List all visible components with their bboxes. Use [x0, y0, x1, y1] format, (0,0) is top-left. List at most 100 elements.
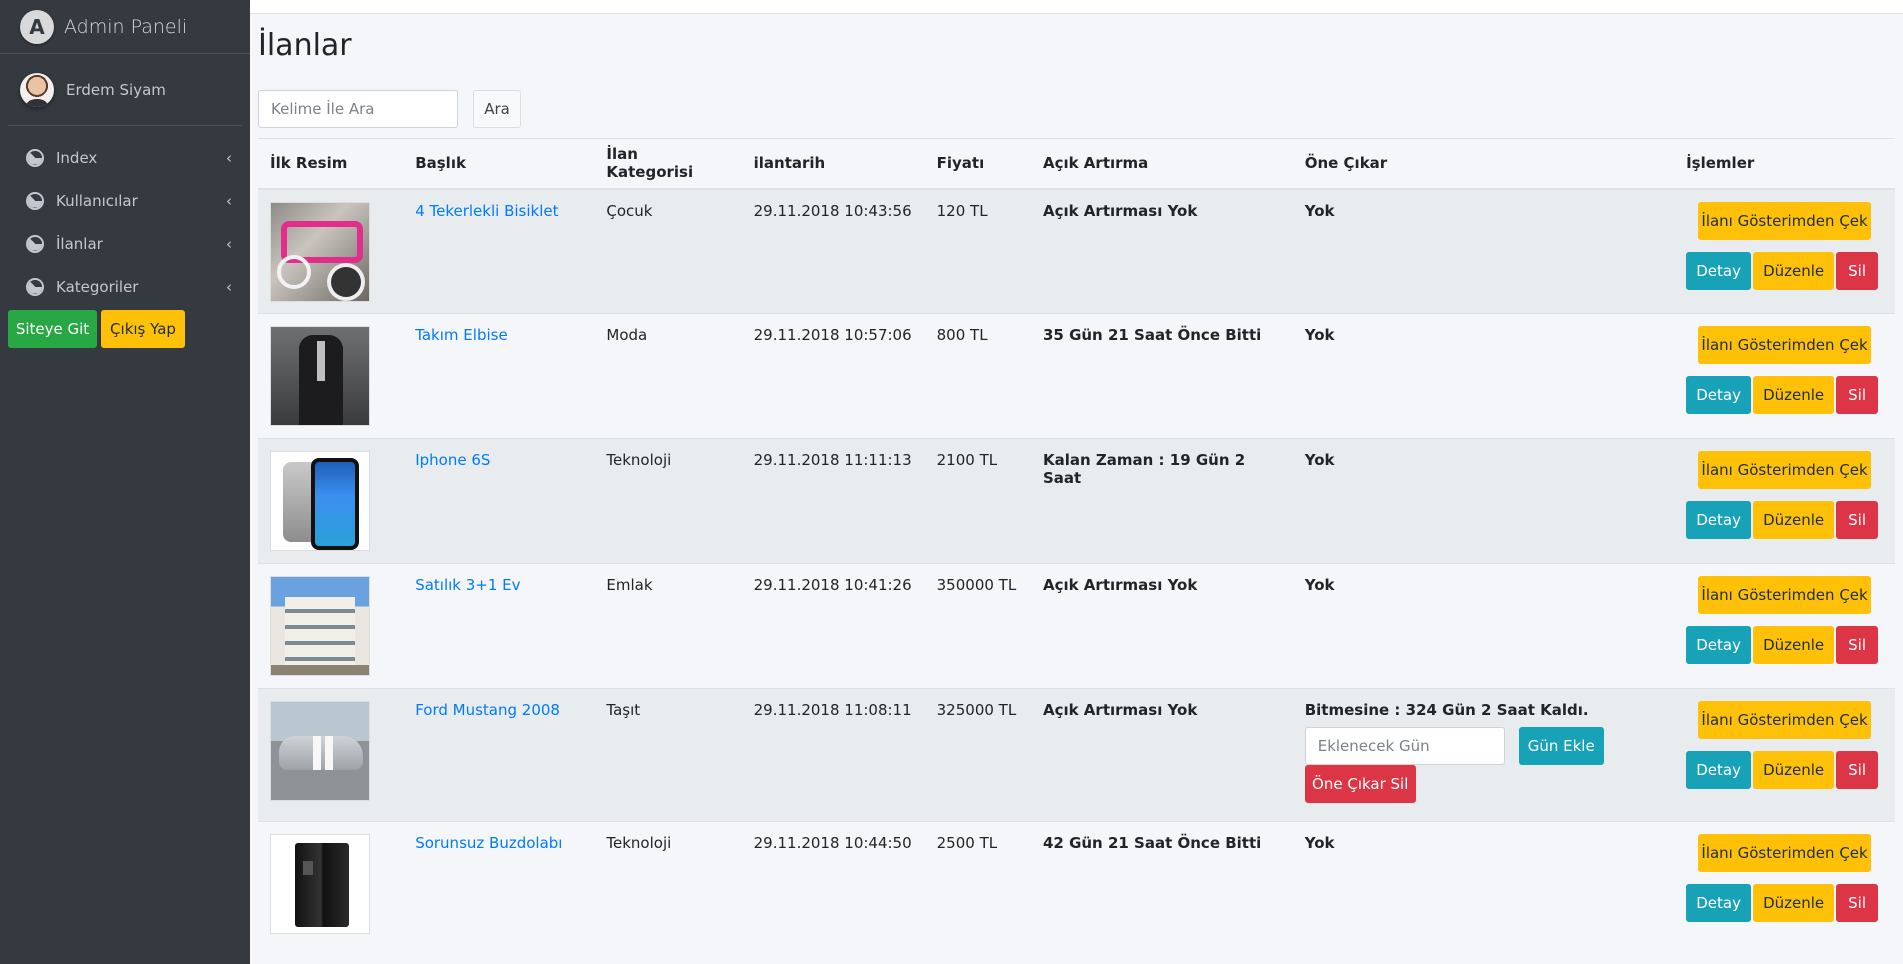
- edit-button[interactable]: Düzenle: [1753, 626, 1835, 664]
- listing-auction: 42 Gün 21 Saat Önce Bitti: [1030, 821, 1293, 947]
- add-day-input[interactable]: [1304, 727, 1505, 765]
- chevron-left-icon: ‹: [226, 234, 232, 253]
- listing-price: 800 TL: [924, 313, 1031, 439]
- logout-button[interactable]: Çıkış Yap: [101, 310, 185, 348]
- delete-button[interactable]: Sil: [1836, 884, 1879, 922]
- listing-actions: İlanı Gösterimden Çek Detay Düzenle Sil: [1674, 313, 1895, 439]
- search-button[interactable]: Ara: [473, 90, 521, 128]
- hide-listing-button[interactable]: İlanı Gösterimden Çek: [1698, 834, 1872, 872]
- listing-featured: Bitmesine : 324 Gün 2 Saat Kaldı.: [1304, 701, 1589, 719]
- listing-price: 2500 TL: [924, 821, 1031, 947]
- brand-title: Admin Paneli: [64, 15, 188, 38]
- delete-button[interactable]: Sil: [1836, 376, 1879, 414]
- listing-price: 2100 TL: [924, 438, 1031, 564]
- pie-chart-icon: [26, 191, 44, 210]
- column-header: İşlemler: [1674, 138, 1895, 190]
- hide-listing-button[interactable]: İlanı Gösterimden Çek: [1698, 451, 1872, 489]
- detail-button[interactable]: Detay: [1686, 626, 1752, 664]
- avatar: [20, 72, 54, 107]
- column-header: İlan Kategorisi: [594, 138, 742, 190]
- sidebar-item-label: Kategoriler: [56, 277, 139, 296]
- chevron-left-icon: ‹: [226, 191, 232, 210]
- detail-button[interactable]: Detay: [1686, 251, 1752, 290]
- listing-title-link[interactable]: Takım Elbise: [415, 326, 507, 344]
- listings-table: İlk Resim Başlık İlan Kategorisi ilantar…: [258, 138, 1895, 947]
- add-day-button[interactable]: Gün Ekle: [1518, 727, 1604, 765]
- table-header-row: İlk Resim Başlık İlan Kategorisi ilantar…: [258, 138, 1895, 190]
- listing-category: Moda: [594, 313, 742, 439]
- sidebar-buttons: Siteye Git Çıkış Yap: [0, 310, 250, 348]
- listing-category: Taşıt: [594, 688, 742, 822]
- edit-button[interactable]: Düzenle: [1753, 751, 1835, 789]
- sidebar-item-categories[interactable]: Kategoriler ‹: [0, 265, 250, 308]
- brand-logo-letter: A: [29, 14, 45, 39]
- listing-image[interactable]: [270, 576, 370, 676]
- listing-title-link[interactable]: Ford Mustang 2008: [415, 701, 560, 719]
- detail-button[interactable]: Detay: [1686, 376, 1752, 414]
- column-header: Başlık: [403, 138, 595, 190]
- listing-category: Teknoloji: [594, 438, 742, 564]
- listing-image[interactable]: [270, 701, 370, 801]
- listing-title-link[interactable]: Iphone 6S: [415, 451, 490, 469]
- featured-day-form: Gün Ekle: [1304, 727, 1662, 765]
- listing-title-link[interactable]: 4 Tekerlekli Bisiklet: [415, 202, 558, 220]
- sidebar-nav: Index ‹ Kullanıcılar ‹ İlanlar ‹ Kategor…: [0, 136, 250, 308]
- pie-chart-icon: [26, 148, 44, 167]
- listing-title-link[interactable]: Sorunsuz Buzdolabı: [415, 834, 562, 852]
- delete-button[interactable]: Sil: [1836, 626, 1879, 664]
- pie-chart-icon: [26, 277, 44, 296]
- listing-featured: Yok: [1292, 563, 1675, 689]
- listing-auction: Açık Artırması Yok: [1030, 688, 1293, 822]
- pie-chart-icon: [26, 234, 44, 253]
- listing-price: 325000 TL: [924, 688, 1031, 822]
- hide-listing-button[interactable]: İlanı Gösterimden Çek: [1698, 576, 1872, 614]
- hide-listing-button[interactable]: İlanı Gösterimden Çek: [1698, 701, 1872, 739]
- go-to-site-button[interactable]: Siteye Git: [8, 310, 97, 348]
- detail-button[interactable]: Detay: [1686, 751, 1752, 789]
- brand-logo-icon: A: [20, 9, 54, 44]
- listing-image[interactable]: [270, 201, 370, 302]
- edit-button[interactable]: Düzenle: [1753, 501, 1835, 539]
- listing-category: Teknoloji: [594, 821, 742, 947]
- listing-auction: Açık Artırması Yok: [1030, 188, 1293, 314]
- listing-auction: Kalan Zaman : 19 Gün 2 Saat: [1030, 438, 1293, 564]
- edit-button[interactable]: Düzenle: [1753, 376, 1835, 414]
- hide-listing-button[interactable]: İlanı Gösterimden Çek: [1698, 326, 1872, 364]
- table-row: Ford Mustang 2008 Taşıt 29.11.2018 11:08…: [258, 688, 1895, 822]
- table-row: Satılık 3+1 Ev Emlak 29.11.2018 10:41:26…: [258, 563, 1895, 689]
- detail-button[interactable]: Detay: [1686, 884, 1752, 922]
- hide-listing-button[interactable]: İlanı Gösterimden Çek: [1698, 201, 1872, 240]
- listing-actions: İlanı Gösterimden Çek Detay Düzenle Sil: [1674, 688, 1895, 822]
- listing-image[interactable]: [270, 326, 370, 426]
- edit-button[interactable]: Düzenle: [1753, 251, 1835, 290]
- delete-button[interactable]: Sil: [1836, 251, 1879, 290]
- column-header: İlk Resim: [258, 138, 404, 190]
- column-header: Fiyatı: [924, 138, 1031, 190]
- delete-button[interactable]: Sil: [1836, 501, 1879, 539]
- listing-actions: İlanı Gösterimden Çek Detay Düzenle Sil: [1674, 563, 1895, 689]
- edit-button[interactable]: Düzenle: [1753, 884, 1835, 922]
- column-header: Açık Artırma: [1030, 138, 1293, 190]
- sidebar-item-label: Index: [56, 148, 98, 167]
- brand[interactable]: A Admin Paneli: [0, 0, 250, 54]
- user-name: Erdem Siyam: [66, 80, 166, 99]
- listing-image[interactable]: [270, 834, 370, 934]
- listing-actions: İlanı Gösterimden Çek Detay Düzenle Sil: [1674, 438, 1895, 564]
- listing-title-link[interactable]: Satılık 3+1 Ev: [415, 576, 520, 594]
- sidebar-item-listings[interactable]: İlanlar ‹: [0, 222, 250, 265]
- listing-featured-cell: Bitmesine : 324 Gün 2 Saat Kaldı. Gün Ek…: [1292, 688, 1675, 822]
- user-panel[interactable]: Erdem Siyam: [8, 54, 242, 126]
- table-row: Iphone 6S Teknoloji 29.11.2018 11:11:13 …: [258, 438, 1895, 564]
- search-input[interactable]: [258, 90, 458, 128]
- listing-image[interactable]: [270, 451, 370, 551]
- listing-price: 120 TL: [924, 188, 1031, 314]
- remove-featured-button[interactable]: Öne Çıkar Sil: [1304, 765, 1416, 803]
- sidebar-item-users[interactable]: Kullanıcılar ‹: [0, 179, 250, 222]
- listing-featured: Yok: [1292, 821, 1675, 947]
- table-row: 4 Tekerlekli Bisiklet Çocuk 29.11.2018 1…: [258, 188, 1895, 314]
- delete-button[interactable]: Sil: [1836, 751, 1879, 789]
- detail-button[interactable]: Detay: [1686, 501, 1752, 539]
- chevron-left-icon: ‹: [226, 148, 232, 167]
- sidebar-item-index[interactable]: Index ‹: [0, 136, 250, 179]
- table-row: Takım Elbise Moda 29.11.2018 10:57:06 80…: [258, 313, 1895, 439]
